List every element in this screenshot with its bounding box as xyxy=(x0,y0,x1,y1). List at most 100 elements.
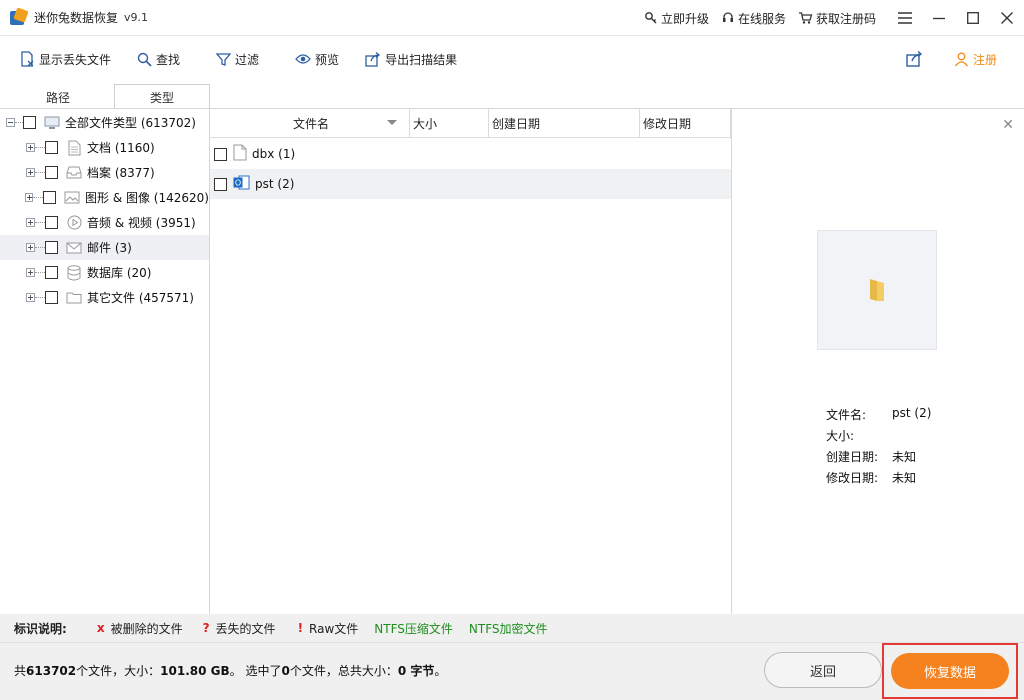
info-size: 大小: xyxy=(826,427,892,444)
selected-count: 0 xyxy=(281,664,290,678)
minimize-icon xyxy=(933,17,945,20)
info-filename-label: 文件名: xyxy=(826,408,867,422)
total-file-count: 613702 xyxy=(26,664,77,678)
preview-panel: ✕ 文件名: pst (2) 大小: 创建日期: 未知 修改日期: 未知 xyxy=(731,108,1024,614)
status-bar: 共613702个文件，大小：101.80 GB。 选中了0个文件，总共大小：0 … xyxy=(0,642,1024,700)
type-tree-panel: 全部文件类型 (613702) 文档 (1160) 档案 (8377) 图形 &… xyxy=(0,108,210,614)
sort-down-icon xyxy=(387,120,397,125)
row-checkbox[interactable] xyxy=(214,177,227,191)
file-name: dbx (1) xyxy=(252,147,296,161)
tree-item-checkbox[interactable] xyxy=(45,266,58,279)
tree-root[interactable]: 全部文件类型 (613702) xyxy=(0,110,209,135)
hamburger-icon xyxy=(898,12,912,24)
find-button[interactable]: 查找 xyxy=(127,44,190,74)
column-size-label: 大小 xyxy=(413,117,438,131)
app-title: 迷你兔数据恢复 xyxy=(34,11,119,25)
tree-item-media[interactable]: 音频 & 视频 (3951) xyxy=(0,210,209,235)
preview-button[interactable]: 预览 xyxy=(285,44,349,74)
tree-item-checkbox[interactable] xyxy=(45,141,58,154)
expand-icon[interactable] xyxy=(26,243,35,252)
preview-thumbnail xyxy=(817,230,937,350)
table-row[interactable]: O pst (2) xyxy=(210,169,731,199)
row-checkbox[interactable] xyxy=(214,147,227,161)
tree-item-checkbox[interactable] xyxy=(43,191,56,204)
filter-button[interactable]: 过滤 xyxy=(206,44,269,74)
info-filename: 文件名: pst (2) xyxy=(826,406,931,423)
column-modified-label: 修改日期 xyxy=(643,117,692,131)
tree-item-checkbox[interactable] xyxy=(45,166,58,179)
recover-highlight: 恢复数据 xyxy=(882,643,1018,699)
legend-deleted-label: 被删除的文件 xyxy=(110,621,183,636)
tree-item-label: 其它文件 (457571) xyxy=(87,291,194,305)
folder-icon xyxy=(870,279,884,301)
search-icon xyxy=(137,52,152,67)
status-text-part: 。 选中了 xyxy=(229,664,282,678)
column-header-name[interactable]: 文件名 xyxy=(210,109,410,138)
tree-item-label: 数据库 (20) xyxy=(87,266,152,280)
tree-item-checkbox[interactable] xyxy=(45,241,58,254)
tree-root-checkbox[interactable] xyxy=(23,116,36,129)
close-preview-icon[interactable]: ✕ xyxy=(1002,117,1014,133)
expand-icon[interactable] xyxy=(26,268,35,277)
info-created: 创建日期: 未知 xyxy=(826,448,916,465)
upgrade-label: 立即升级 xyxy=(660,11,709,26)
column-header-size[interactable]: 大小 xyxy=(410,109,489,138)
status-text-part: 共 xyxy=(14,664,27,678)
minimize-button[interactable] xyxy=(922,0,956,36)
show-lost-files-button[interactable]: 显示丢失文件 xyxy=(10,44,121,74)
show-lost-files-label: 显示丢失文件 xyxy=(39,52,112,67)
share-icon xyxy=(906,51,923,67)
column-header-created[interactable]: 创建日期 xyxy=(489,109,640,138)
expand-icon[interactable] xyxy=(26,143,35,152)
close-button[interactable] xyxy=(990,0,1024,36)
get-code-link[interactable]: 获取注册码 xyxy=(798,10,876,27)
tree-item-other[interactable]: 其它文件 (457571) xyxy=(0,285,209,310)
collapse-icon[interactable] xyxy=(6,118,15,127)
legend-lost-label: 丢失的文件 xyxy=(215,621,276,636)
file-icon xyxy=(233,144,247,164)
column-header-modified[interactable]: 修改日期 xyxy=(640,109,731,138)
back-button[interactable]: 返回 xyxy=(764,652,882,688)
close-icon xyxy=(1001,12,1013,24)
tree-item-documents[interactable]: 文档 (1160) xyxy=(0,135,209,160)
table-row[interactable]: dbx (1) xyxy=(210,139,731,169)
get-code-label: 获取注册码 xyxy=(815,11,876,26)
svg-text:O: O xyxy=(235,179,241,188)
lost-file-icon xyxy=(21,51,34,67)
image-icon xyxy=(64,190,80,206)
upgrade-link[interactable]: 立即升级 xyxy=(644,10,709,27)
selected-size: 0 字节 xyxy=(397,664,435,678)
tree-item-checkbox[interactable] xyxy=(45,291,58,304)
export-results-label: 导出扫描结果 xyxy=(385,52,458,67)
maximize-button[interactable] xyxy=(956,0,990,36)
share-button[interactable] xyxy=(896,44,937,74)
tree-item-label: 档案 (8377) xyxy=(87,166,155,180)
tab-path-label: 路径 xyxy=(45,90,70,105)
tree-root-label: 全部文件类型 (613702) xyxy=(65,116,196,130)
app-version: v9.1 xyxy=(124,11,149,24)
online-service-link[interactable]: 在线服务 xyxy=(721,10,786,27)
register-button[interactable]: 注册 xyxy=(944,44,1007,74)
status-summary: 共613702个文件，大小：101.80 GB。 选中了0个文件，总共大小：0 … xyxy=(14,662,446,679)
expand-icon[interactable] xyxy=(26,168,35,177)
register-label: 注册 xyxy=(973,52,998,67)
recover-data-button[interactable]: 恢复数据 xyxy=(891,653,1009,689)
tree-item-mail[interactable]: 邮件 (3) xyxy=(0,235,209,260)
headset-icon xyxy=(722,12,733,22)
expand-icon[interactable] xyxy=(26,293,35,302)
expand-icon[interactable] xyxy=(24,193,34,202)
export-results-button[interactable]: 导出扫描结果 xyxy=(355,44,467,74)
tree-item-database[interactable]: 数据库 (20) xyxy=(0,260,209,285)
tree-item-images[interactable]: 图形 & 图像 (142620) xyxy=(0,185,209,210)
tree-item-label: 图形 & 图像 (142620) xyxy=(85,191,209,205)
legend-ntfs-encrypted: NTFS加密文件 xyxy=(468,621,548,636)
expand-icon[interactable] xyxy=(26,218,35,227)
info-created-value: 未知 xyxy=(892,450,917,464)
tab-path[interactable]: 路径 xyxy=(10,84,106,110)
menu-button[interactable] xyxy=(888,0,922,36)
tree-item-archives[interactable]: 档案 (8377) xyxy=(0,160,209,185)
tree-item-checkbox[interactable] xyxy=(45,216,58,229)
tab-type[interactable]: 类型 xyxy=(114,84,210,110)
filter-icon xyxy=(216,52,232,66)
key-icon xyxy=(645,12,657,24)
